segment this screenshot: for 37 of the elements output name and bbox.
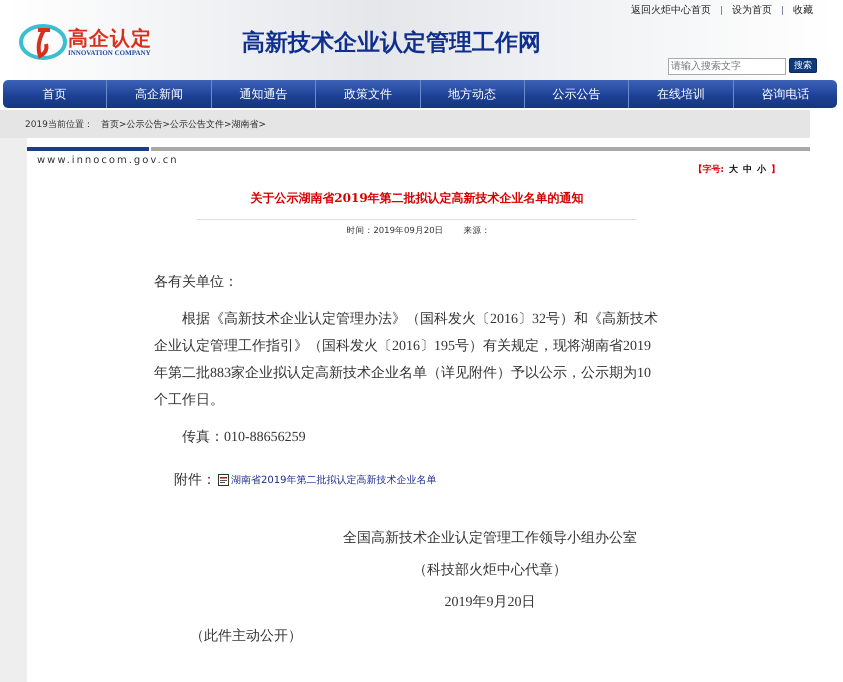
attachment-label: 附件： (174, 472, 216, 489)
article-time: 时间：2019年09月20日 (346, 225, 444, 237)
fax-text: 传真：010-88656259 (181, 428, 307, 447)
note-text: （此件主动公开） (190, 627, 303, 646)
logo-icon (18, 22, 68, 62)
search-button[interactable]: 搜索 (789, 58, 817, 73)
font-size-option[interactable]: 中 (743, 163, 752, 176)
font-size-bracket: 】 (771, 163, 780, 176)
nav-item[interactable]: 通知通告 (210, 80, 316, 108)
attachment-link[interactable]: 湖南省2019年第二批拟认定高新技术企业名单 (231, 473, 436, 487)
document-icon (218, 474, 229, 486)
nav-item[interactable]: 首页 (3, 80, 106, 108)
nav-item[interactable]: 地方动态 (420, 80, 524, 108)
logo-name: 高企认定 (68, 27, 152, 49)
top-link[interactable]: 返回火炬中心首页 (631, 3, 711, 17)
breadcrumb-label: 2019当前位置： (25, 118, 93, 130)
top-link[interactable]: 设为首页 (732, 3, 772, 17)
article-source: 来源： (464, 225, 491, 237)
nav-item[interactable]: 咨询电话 (732, 80, 837, 108)
font-size-option[interactable]: 大 (729, 163, 738, 176)
top-link[interactable]: 收藏 (793, 3, 813, 17)
nav-item[interactable]: 高企新闻 (106, 80, 211, 108)
nav-item[interactable]: 公示公告 (524, 80, 628, 108)
article-title: 关于公示湖南省2019年第二批拟认定高新技术企业名单的通知 (197, 190, 637, 220)
signature-line: 全国高新技术企业认定管理工作领导小组办公室 (342, 529, 638, 548)
greeting-text: 各有关单位： (154, 273, 239, 292)
site-url: www.innocom.gov.cn (37, 155, 179, 168)
breadcrumb-path[interactable]: 首页>公示公告>公示公告文件>湖南省> (100, 118, 266, 130)
font-size-label: 【字号: (693, 163, 724, 176)
signature-line: 2019年9月20日 (444, 594, 536, 612)
body-paragraph: 根据《高新技术企业认定管理办法》（国科发火〔2016〕32号）和《高新技术企业认定管理工作指引》（国科发火〔2016〕195号）有关规定，现将湖南省2019年第二批883家企业拟认定高新技术企业名单（详见附件）予以公示，公示期为10个工作日。 (154, 310, 659, 410)
site-title: 高新技术企业认定管理工作网 (242, 28, 541, 58)
nav-item[interactable]: 在线培训 (628, 80, 733, 108)
signature-line: （科技部火炬中心代章） (412, 561, 568, 580)
font-size-option[interactable]: 小 (757, 163, 766, 176)
nav-item[interactable]: 政策文件 (315, 80, 420, 108)
search-field[interactable]: 请输入搜索文字 (668, 58, 786, 75)
